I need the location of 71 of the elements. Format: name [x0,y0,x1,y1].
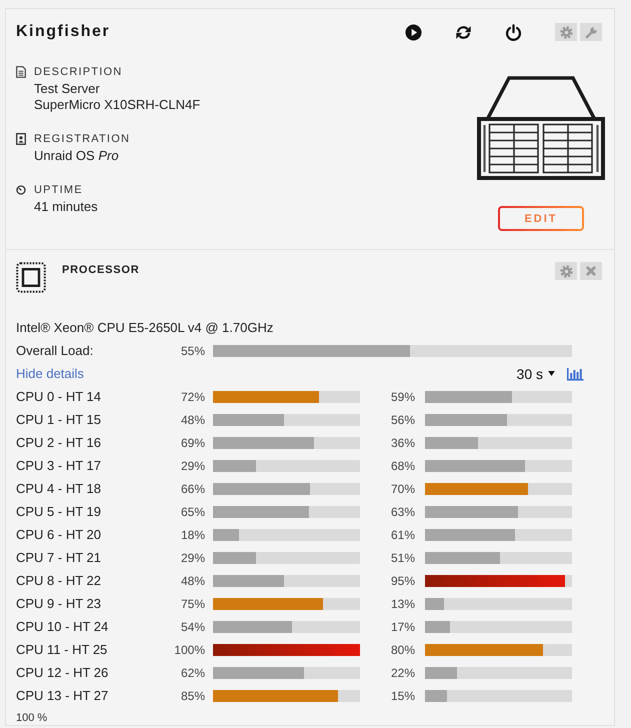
core-label: CPU 9 - HT 23 [16,596,102,611]
edit-button[interactable]: EDIT [498,206,584,231]
core-label: CPU 7 - HT 21 [16,550,102,565]
load-percent: 65% [180,504,205,518]
load-percent: 72% [180,390,205,404]
load-percent: 100% [173,642,205,656]
axis-label: 100 % [16,712,48,725]
core-label: CPU 6 - HT 20 [16,527,102,542]
core-label: CPU 4 - HT 18 [16,481,102,496]
load-percent: 55% [180,344,205,358]
load-percent: 62% [180,666,205,680]
load-percent: 17% [390,620,415,634]
load-percent: 95% [390,574,415,588]
section-value: SuperMicro X10SRH-CLN4F [34,97,202,113]
core-label: CPU 5 - HT 19 [16,504,102,519]
overall-load-label: Overall Load: [16,343,94,358]
wrench-icon [584,26,598,38]
load-percent: 15% [390,688,415,702]
hide-details-link[interactable]: Hide details [16,366,84,381]
load-percent: 70% [390,482,415,496]
load-percent: 48% [180,412,205,426]
close-icon [586,266,596,276]
gear-icon [560,264,572,278]
clock-icon [16,184,26,196]
core-label: CPU 12 - HT 26 [16,665,110,680]
bar-chart-icon[interactable] [566,366,584,380]
core-label: CPU 8 - HT 22 [16,573,102,588]
load-percent: 56% [390,412,415,426]
load-percent: 48% [180,574,205,588]
load-percent: 13% [390,596,415,610]
processor-title: PROCESSOR [62,263,140,278]
refresh-icon[interactable] [455,24,472,40]
core-label: CPU 0 - HT 14 [16,389,102,404]
caret-icon [548,371,555,376]
load-percent: 54% [180,620,205,634]
interval-dropdown[interactable]: 30 s [516,366,555,382]
section-value: Test Server [34,81,101,97]
load-percent: 61% [390,528,415,542]
core-label: CPU 10 - HT 24 [16,619,110,634]
load-percent: 22% [390,666,415,680]
section-label: REGISTRATION [34,132,130,147]
section-label: UPTIME [34,183,83,198]
section-value: Unraid OS Pro [34,148,120,164]
section-label: DESCRIPTION [34,65,122,80]
play-icon[interactable] [405,24,422,40]
core-label: CPU 3 - HT 17 [16,458,102,473]
load-percent: 29% [180,458,205,472]
load-percent: 80% [390,642,415,656]
core-label: CPU 11 - HT 25 [16,642,108,657]
cpu-model: Intel® Xeon® CPU E5-2650L v4 @ 1.70GHz [16,320,274,335]
load-percent: 69% [180,436,205,450]
load-percent: 68% [390,458,415,472]
load-percent: 85% [180,688,205,702]
load-percent: 59% [390,390,415,404]
load-percent: 66% [180,482,205,496]
load-percent: 36% [390,436,415,450]
power-icon[interactable] [505,24,522,40]
load-percent: 18% [180,528,205,542]
server-name: Kingfisher [16,22,110,42]
gear-icon [560,26,572,38]
core-label: CPU 2 - HT 16 [16,435,102,450]
load-percent: 51% [390,550,415,564]
document-icon [16,66,26,78]
load-percent: 29% [180,550,205,564]
load-percent: 63% [390,504,415,518]
id-badge-icon [16,133,26,145]
processor-icon [16,262,46,293]
core-label: CPU 1 - HT 15 [16,412,102,427]
core-label: CPU 13 - HT 27 [16,688,110,703]
section-value: 41 minutes [34,199,99,215]
load-percent: 75% [180,596,205,610]
